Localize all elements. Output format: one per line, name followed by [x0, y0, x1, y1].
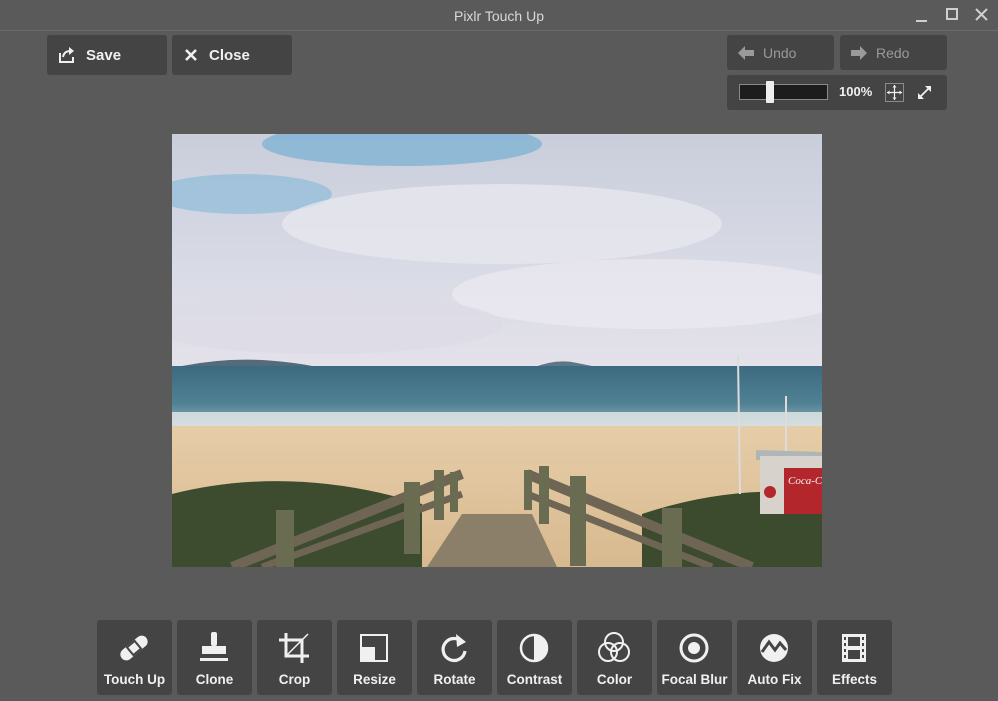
tool-contrast[interactable]: Contrast	[497, 620, 572, 695]
zoom-slider-thumb[interactable]	[766, 81, 774, 103]
undo-button[interactable]: Undo	[727, 35, 834, 70]
close-icon	[975, 8, 988, 21]
window-title: Pixlr Touch Up	[453, 8, 544, 24]
beach-photo: Coca-Cola	[172, 134, 822, 567]
color-icon	[598, 632, 630, 662]
zoom-panel: 100%	[727, 75, 947, 110]
crop-icon	[279, 633, 309, 663]
tool-label: Auto Fix	[747, 672, 802, 687]
auto-fix-icon	[760, 634, 788, 662]
tool-label: Clone	[195, 672, 234, 687]
zoom-slider[interactable]	[739, 81, 828, 103]
rotate-icon	[441, 634, 467, 663]
tool-crop[interactable]: Crop	[257, 620, 332, 695]
photo-canvas[interactable]: Coca-Cola	[172, 134, 822, 567]
fit-screen-icon	[885, 83, 904, 102]
minimize-button[interactable]	[912, 6, 932, 26]
redo-label: Redo	[876, 44, 910, 61]
tool-label: Color	[596, 672, 633, 687]
title-bar: Pixlr Touch Up	[0, 0, 998, 31]
close-icon	[185, 49, 197, 61]
close-button[interactable]: Close	[172, 35, 292, 75]
fit-to-screen-button[interactable]	[885, 83, 904, 102]
tool-touch-up[interactable]: Touch Up	[97, 620, 172, 695]
tool-label: Contrast	[506, 672, 563, 687]
tool-label: Rotate	[433, 672, 476, 687]
redo-button[interactable]: Redo	[840, 35, 947, 70]
resize-icon	[360, 634, 388, 662]
stamp-icon	[200, 632, 228, 661]
maximize-icon	[946, 8, 958, 20]
maximize-button[interactable]	[942, 6, 962, 26]
tool-label: Focal Blur	[661, 672, 728, 687]
minimize-icon	[916, 20, 927, 22]
tool-label: Resize	[353, 672, 396, 687]
bandage-icon	[120, 635, 148, 661]
arrow-right-icon	[851, 45, 867, 60]
tool-rotate[interactable]: Rotate	[417, 620, 492, 695]
expand-icon	[918, 86, 931, 99]
tool-auto-fix[interactable]: Auto Fix	[737, 620, 812, 695]
tool-resize[interactable]: Resize	[337, 620, 412, 695]
tool-focal-blur[interactable]: Focal Blur	[657, 620, 732, 695]
arrow-left-icon	[738, 45, 754, 60]
focal-blur-icon	[679, 633, 709, 663]
tool-label: Touch Up	[103, 672, 166, 687]
tool-label: Effects	[831, 672, 877, 687]
tool-label: Crop	[278, 672, 311, 687]
fullscreen-button[interactable]	[915, 83, 934, 102]
sign-text: Coca-Cola	[788, 475, 822, 487]
tool-bar: Touch Up Clone Crop Resize Rotate Contra…	[97, 620, 892, 695]
window-close-button[interactable]	[972, 6, 992, 26]
save-button[interactable]: Save	[47, 35, 167, 75]
zoom-value: 100%	[839, 84, 873, 99]
film-icon	[842, 634, 866, 662]
share-icon	[59, 47, 74, 63]
save-label: Save	[86, 46, 122, 64]
tool-clone[interactable]: Clone	[177, 620, 252, 695]
tool-effects[interactable]: Effects	[817, 620, 892, 695]
close-label: Close	[209, 46, 250, 64]
tool-color[interactable]: Color	[577, 620, 652, 695]
contrast-icon	[519, 633, 549, 663]
undo-label: Undo	[763, 44, 797, 61]
